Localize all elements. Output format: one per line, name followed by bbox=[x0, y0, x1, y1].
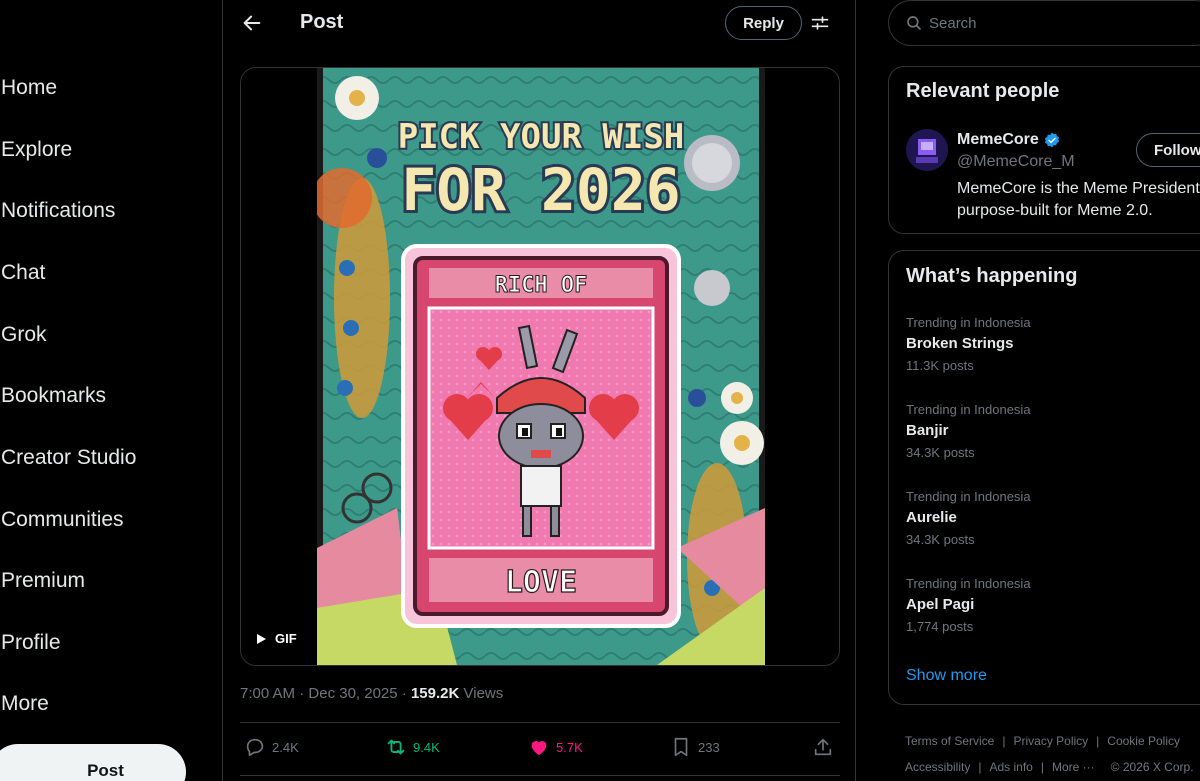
memecore-logo bbox=[906, 129, 948, 171]
trend-name: Banjir bbox=[906, 422, 949, 439]
ads-info-link[interactable]: Ads info bbox=[989, 760, 1032, 774]
app-root: Home Explore Notifications Chat Grok Boo… bbox=[0, 0, 1200, 781]
person-name[interactable]: MemeCore bbox=[957, 131, 1061, 149]
nav-chat[interactable]: Chat bbox=[1, 261, 45, 285]
search-icon bbox=[907, 16, 921, 30]
like-count: 5.7K bbox=[556, 739, 583, 755]
trend-count: 34.3K posts bbox=[906, 532, 975, 547]
art-headline-line2: FOR 2026 bbox=[401, 156, 680, 224]
nav-more[interactable]: More bbox=[1, 692, 49, 716]
post-date[interactable]: Dec 30, 2025 bbox=[308, 685, 397, 702]
left-nav: Home Explore Notifications Chat Grok Boo… bbox=[0, 0, 222, 781]
privacy-link[interactable]: Privacy Policy bbox=[1013, 734, 1088, 748]
bookmark-icon bbox=[674, 737, 688, 757]
divider bbox=[240, 775, 840, 776]
nav-bookmarks[interactable]: Bookmarks bbox=[1, 384, 106, 408]
share-action[interactable] bbox=[812, 736, 834, 758]
meta-separator-2: · bbox=[397, 685, 411, 702]
gif-label: GIF bbox=[275, 631, 297, 646]
whats-happening-title: What’s happening bbox=[906, 265, 1078, 287]
person-bio: MemeCore is the Meme President purpose-b… bbox=[957, 180, 1200, 219]
terms-link[interactable]: Terms of Service bbox=[905, 734, 994, 748]
art-card-bottom: LOVE bbox=[505, 565, 577, 600]
relevant-people-title: Relevant people bbox=[906, 80, 1060, 102]
art-card-top: RICH OF bbox=[495, 273, 588, 298]
page-title: Post bbox=[300, 11, 344, 33]
filter-sliders-icon[interactable] bbox=[810, 13, 830, 33]
trend-count: 34.3K posts bbox=[906, 445, 975, 460]
media-container[interactable]: PICK YOUR WISH PICK YOUR WISH FOR 2026 F… bbox=[240, 67, 840, 666]
trend-context: Trending in Indonesia bbox=[906, 576, 1031, 591]
bookmark-action[interactable]: 233 bbox=[670, 736, 720, 758]
nav-home[interactable]: Home bbox=[1, 76, 57, 100]
reply-action[interactable]: 2.4K bbox=[244, 736, 299, 758]
trend-name: Apel Pagi bbox=[906, 596, 975, 613]
trend-context: Trending in Indonesia bbox=[906, 402, 1031, 417]
gif-badge[interactable]: GIF bbox=[255, 631, 297, 646]
search-bar[interactable] bbox=[888, 0, 1200, 46]
bookmark-count: 233 bbox=[698, 739, 720, 755]
post-button[interactable]: Post bbox=[0, 744, 186, 781]
reply-button[interactable]: Reply bbox=[725, 6, 802, 40]
search-input[interactable] bbox=[929, 14, 1179, 32]
trend-name: Aurelie bbox=[906, 509, 957, 526]
back-arrow-icon[interactable] bbox=[241, 12, 263, 34]
play-icon[interactable] bbox=[255, 633, 267, 645]
post-time[interactable]: 7:00 AM bbox=[240, 685, 295, 702]
verified-badge-icon bbox=[1044, 132, 1059, 148]
nav-notifications[interactable]: Notifications bbox=[1, 199, 115, 223]
whats-happening-panel: What’s happening Trending in Indonesia B… bbox=[888, 250, 1200, 705]
nav-communities[interactable]: Communities bbox=[1, 508, 124, 532]
nav-premium[interactable]: Premium bbox=[1, 569, 85, 593]
relevant-people-panel: Relevant people MemeCore @MemeCore_M Fol… bbox=[888, 66, 1200, 234]
nav-explore[interactable]: Explore bbox=[1, 138, 72, 162]
nav-profile[interactable]: Profile bbox=[1, 631, 61, 655]
nav-creator-studio[interactable]: Creator Studio bbox=[1, 446, 136, 470]
follow-button[interactable]: Follow bbox=[1136, 133, 1200, 167]
more-link[interactable]: More ··· bbox=[1052, 760, 1095, 774]
trend-item[interactable]: Trending in Indonesia Banjir 34.3K posts bbox=[906, 402, 1031, 460]
accessibility-link[interactable]: Accessibility bbox=[905, 760, 970, 774]
trend-name: Broken Strings bbox=[906, 335, 1014, 352]
trend-context: Trending in Indonesia bbox=[906, 489, 1031, 504]
meta-separator: · bbox=[295, 685, 309, 702]
trend-item[interactable]: Trending in Indonesia Apel Pagi 1,774 po… bbox=[906, 576, 1031, 634]
post-header: Post Reply bbox=[223, 0, 857, 50]
post-column: Post Reply PICK YOUR WISH PICK YOUR WISH… bbox=[222, 0, 856, 781]
trend-context: Trending in Indonesia bbox=[906, 315, 1031, 330]
reply-icon bbox=[246, 738, 264, 757]
gif-image[interactable]: PICK YOUR WISH PICK YOUR WISH FOR 2026 F… bbox=[317, 68, 765, 665]
like-action[interactable]: 5.7K bbox=[528, 736, 583, 758]
divider bbox=[240, 722, 840, 723]
avatar[interactable] bbox=[906, 129, 948, 171]
repost-action[interactable]: 9.4K bbox=[385, 736, 440, 758]
views-label: Views bbox=[463, 685, 504, 702]
right-sidebar: Relevant people MemeCore @MemeCore_M Fol… bbox=[856, 0, 1200, 781]
heart-filled-icon bbox=[531, 741, 547, 756]
trend-item[interactable]: Trending in Indonesia Broken Strings 11.… bbox=[906, 315, 1031, 373]
action-bar: 2.4K 9.4K 5.7K 233 bbox=[240, 736, 840, 764]
trend-count: 1,774 posts bbox=[906, 619, 974, 634]
repost-icon bbox=[387, 739, 405, 755]
share-icon bbox=[814, 738, 832, 756]
repost-count: 9.4K bbox=[413, 739, 440, 755]
copyright: © 2026 X Corp. bbox=[1110, 760, 1194, 774]
post-meta: 7:00 AM · Dec 30, 2025 · 159.2K Views bbox=[240, 685, 503, 702]
trend-count: 11.3K posts bbox=[906, 358, 974, 373]
nav-grok[interactable]: Grok bbox=[1, 323, 47, 347]
footer-links: Terms of Service | Privacy Policy | Cookie P… bbox=[905, 734, 1194, 774]
trend-item[interactable]: Trending in Indonesia Aurelie 34.3K post… bbox=[906, 489, 1031, 547]
views-count: 159.2K bbox=[410, 685, 460, 702]
cookie-link[interactable]: Cookie Policy bbox=[1107, 734, 1180, 748]
art-headline-line1: PICK YOUR WISH bbox=[398, 117, 685, 157]
person-name-text: MemeCore bbox=[957, 131, 1039, 148]
person-handle[interactable]: @MemeCore_M bbox=[957, 153, 1075, 171]
reply-count: 2.4K bbox=[272, 739, 299, 755]
show-more-link[interactable]: Show more bbox=[906, 667, 987, 685]
